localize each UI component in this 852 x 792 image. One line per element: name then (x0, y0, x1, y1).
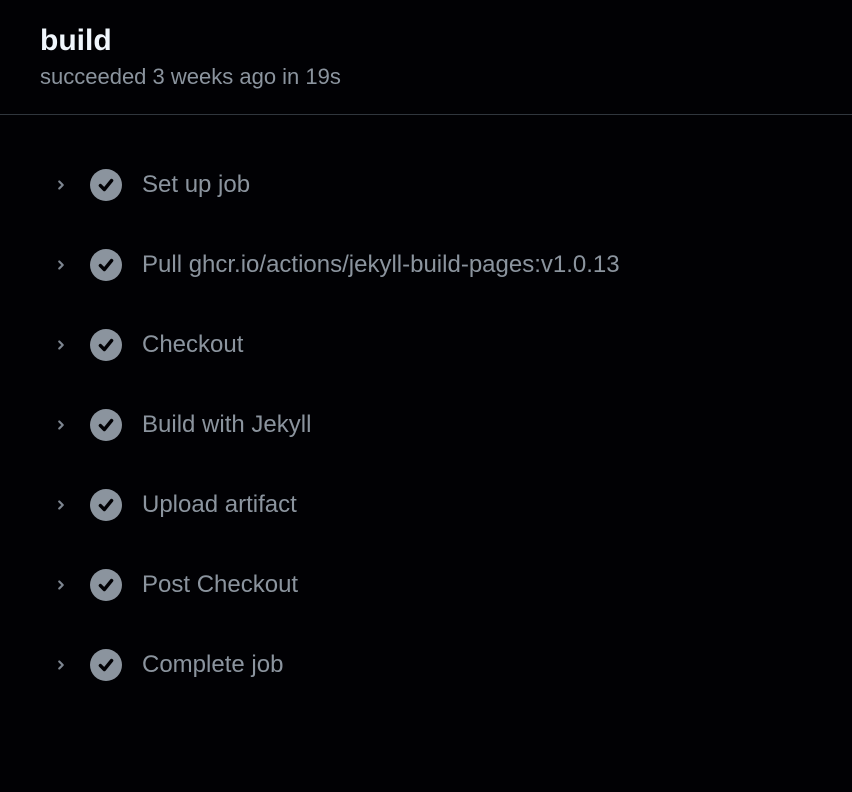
step-label: Set up job (142, 171, 250, 199)
chevron-right-icon (52, 576, 70, 594)
step-post-checkout[interactable]: Post Checkout (40, 545, 812, 625)
step-label: Pull ghcr.io/actions/jekyll-build-pages:… (142, 251, 620, 279)
job-title: build (40, 24, 812, 58)
check-circle-icon (90, 409, 122, 441)
step-checkout[interactable]: Checkout (40, 305, 812, 385)
step-label: Complete job (142, 651, 283, 679)
chevron-right-icon (52, 416, 70, 434)
step-set-up-job[interactable]: Set up job (40, 145, 812, 225)
step-label: Upload artifact (142, 491, 297, 519)
job-header: build succeeded 3 weeks ago in 19s (0, 0, 852, 115)
job-status: succeeded 3 weeks ago in 19s (40, 64, 812, 90)
check-circle-icon (90, 569, 122, 601)
step-complete-job[interactable]: Complete job (40, 625, 812, 705)
check-circle-icon (90, 489, 122, 521)
chevron-right-icon (52, 336, 70, 354)
step-label: Build with Jekyll (142, 411, 311, 439)
step-build-jekyll[interactable]: Build with Jekyll (40, 385, 812, 465)
step-label: Post Checkout (142, 571, 298, 599)
step-pull-image[interactable]: Pull ghcr.io/actions/jekyll-build-pages:… (40, 225, 812, 305)
chevron-right-icon (52, 256, 70, 274)
chevron-right-icon (52, 496, 70, 514)
chevron-right-icon (52, 656, 70, 674)
check-circle-icon (90, 329, 122, 361)
check-circle-icon (90, 169, 122, 201)
step-label: Checkout (142, 331, 243, 359)
steps-list: Set up job Pull ghcr.io/actions/jekyll-b… (0, 115, 852, 735)
step-upload-artifact[interactable]: Upload artifact (40, 465, 812, 545)
check-circle-icon (90, 249, 122, 281)
check-circle-icon (90, 649, 122, 681)
chevron-right-icon (52, 176, 70, 194)
